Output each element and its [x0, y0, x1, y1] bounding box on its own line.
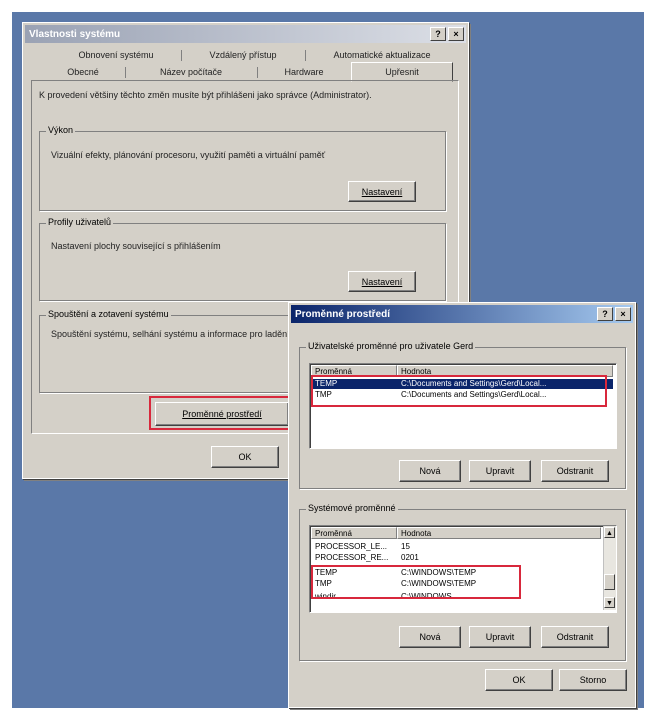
scroll-down-icon[interactable]: ▼ [604, 597, 615, 608]
env-cancel-button[interactable]: Storno [559, 669, 627, 691]
user-new-button[interactable]: Nová [399, 460, 461, 482]
table-row[interactable]: PROCESSOR_LE... 15 [311, 542, 601, 552]
help-icon[interactable]: ? [430, 27, 446, 41]
startup-recovery-description: Spouštění systému, selhání systému a inf… [51, 329, 290, 339]
tab-system-restore[interactable]: Obnovení systému [51, 47, 181, 63]
startup-recovery-label: Spouštění a zotavení systému [46, 309, 171, 319]
screenshot: Vlastnosti systému ? × Obnovení systému … [0, 0, 657, 719]
user-variables-highlight [311, 375, 607, 407]
system-variables-label: Systémové proměnné [306, 503, 398, 513]
tab-separator [125, 67, 126, 78]
tab-separator [181, 50, 182, 61]
system-variables-highlight [311, 565, 521, 599]
variable-value: 15 [401, 542, 410, 551]
variable-name: PROCESSOR_LE... [315, 542, 388, 551]
user-profiles-settings-label: Nastavení [361, 276, 403, 287]
system-properties-titlebar[interactable]: Vlastnosti systému ? × [25, 25, 466, 43]
env-ok-button[interactable]: OK [485, 669, 553, 691]
tab-general[interactable]: Obecné [43, 64, 123, 80]
intro-text: K provedení většiny těchto změn musíte b… [39, 90, 372, 100]
environment-variables-highlight [149, 396, 293, 430]
tab-hardware[interactable]: Hardware [259, 64, 349, 80]
tab-computer-name[interactable]: Název počítače [127, 64, 255, 80]
user-delete-button[interactable]: Odstranit [541, 460, 609, 482]
variable-name: PROCESSOR_RE... [315, 553, 389, 562]
column-header-value[interactable]: Hodnota [397, 527, 601, 539]
env-window-title: Proměnné prostředí [295, 308, 391, 320]
environment-variables-titlebar[interactable]: Proměnné prostředí ? × [291, 305, 633, 323]
close-icon[interactable]: × [615, 307, 631, 321]
performance-description: Vizuální efekty, plánování procesoru, vy… [51, 150, 326, 160]
tab-advanced[interactable]: Upřesnit [351, 62, 453, 82]
close-icon[interactable]: × [448, 27, 464, 41]
performance-settings-button[interactable]: Nastavení [348, 181, 416, 202]
performance-label: Výkon [46, 125, 76, 135]
user-profiles-description: Nastavení plochy související s přihlášen… [51, 241, 221, 251]
column-header-variable[interactable]: Proměnná [311, 527, 397, 539]
variable-value: 0201 [401, 553, 419, 562]
scroll-thumb[interactable] [604, 574, 615, 590]
system-new-button[interactable]: Nová [399, 626, 461, 648]
help-icon[interactable]: ? [597, 307, 613, 321]
scroll-up-icon[interactable]: ▲ [604, 527, 615, 538]
tab-remote-access[interactable]: Vzdálený přístup [183, 47, 303, 63]
system-edit-button[interactable]: Upravit [469, 626, 531, 648]
tab-separator [305, 50, 306, 61]
tab-separator [257, 67, 258, 78]
user-edit-button[interactable]: Upravit [469, 460, 531, 482]
ok-button[interactable]: OK [211, 446, 279, 468]
user-profiles-label: Profily uživatelů [46, 217, 114, 227]
environment-variables-window: Proměnné prostředí ? × Uživatelské promě… [288, 302, 636, 708]
table-row[interactable]: PROCESSOR_RE... 0201 [311, 553, 601, 563]
tab-automatic-updates[interactable]: Automatické aktualizace [307, 47, 457, 63]
user-variables-label: Uživatelské proměnné pro uživatele Gerd [306, 341, 476, 351]
performance-settings-label: Nastavení [361, 186, 403, 197]
system-delete-button[interactable]: Odstranit [541, 626, 609, 648]
user-profiles-settings-button[interactable]: Nastavení [348, 271, 416, 292]
system-variables-scrollbar[interactable]: ▲ ▼ [603, 526, 616, 610]
window-title: Vlastnosti systému [29, 28, 121, 40]
